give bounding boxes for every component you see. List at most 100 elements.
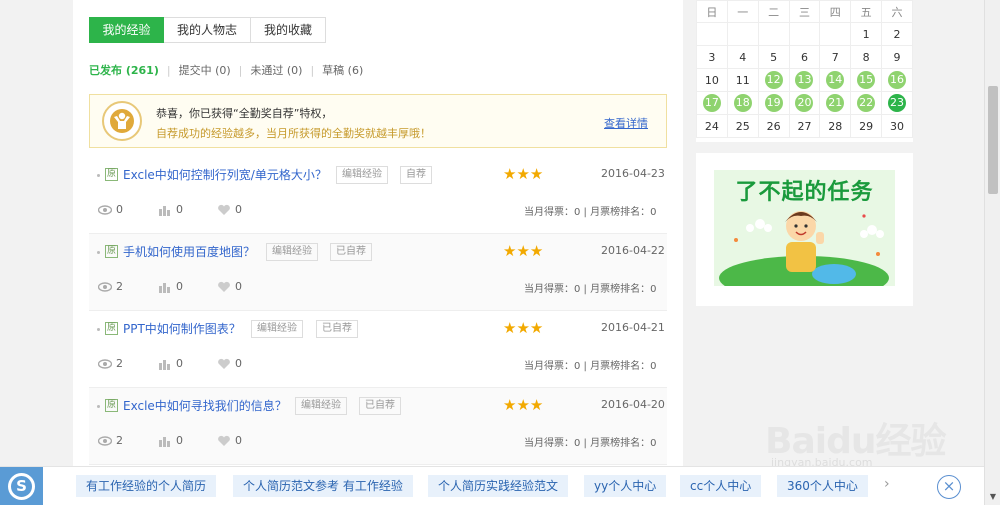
calendar-day[interactable]: 18 — [726, 91, 759, 115]
calendar-day[interactable]: 16 — [881, 68, 913, 92]
filter-submitting[interactable]: 提交中 (0) — [179, 62, 231, 78]
calendar-day[interactable]: 25 — [726, 114, 759, 138]
baidu-watermark: Baidu经验 jingyan.baidu.com — [765, 398, 965, 469]
calendar-week-row: 17 18 19 20 21 22 23 — [696, 91, 913, 115]
publish-date: 2016-04-22 — [601, 244, 665, 257]
task-banner[interactable]: 了不起的任务 — [696, 153, 913, 306]
vertical-scrollbar[interactable]: ▼ — [984, 0, 1000, 505]
edit-experience-button[interactable]: 编辑经验 — [266, 243, 318, 261]
calendar-day[interactable]: 10 — [696, 68, 728, 92]
votes-stat: 0 — [158, 434, 183, 447]
original-badge: 原 — [105, 322, 118, 335]
views-count: 0 — [116, 203, 123, 216]
experience-item: 原 PPT中如何制作图表？ 编辑经验 已自荐 ★★★ 2016-04-21 2 … — [89, 311, 667, 388]
edit-experience-button[interactable]: 编辑经验 — [251, 320, 303, 338]
related-search-chip[interactable]: 个人简历范文参考 有工作经验 — [233, 475, 413, 497]
scroll-down-arrow-icon[interactable]: ▼ — [985, 489, 1000, 505]
publish-date: 2016-04-23 — [601, 167, 665, 180]
item-title-link[interactable]: 手机如何使用百度地图？ — [123, 243, 255, 260]
tab-my-experience[interactable]: 我的经验 — [89, 17, 164, 43]
close-icon[interactable]: × — [937, 475, 961, 499]
calendar-day[interactable]: 12 — [757, 68, 790, 92]
bullet — [97, 328, 100, 331]
calendar-grid: 日 一 二 三 四 五 六 1 2 3 4 5 6 7 8 9 10 11 12 13 14 15 16 17 1… — [696, 0, 913, 138]
votes-stat: 0 — [158, 357, 183, 370]
calendar-day[interactable]: 13 — [788, 68, 821, 92]
calendar-day[interactable]: 30 — [881, 114, 913, 138]
related-search-chip[interactable]: 有工作经验的个人简历 — [76, 475, 217, 497]
weekday-label: 一 — [726, 0, 759, 23]
calendar-day[interactable]: 20 — [788, 91, 821, 115]
calendar-day[interactable]: 9 — [881, 45, 913, 69]
views-stat: 2 — [98, 434, 123, 447]
bullet — [97, 174, 100, 177]
recommended-label: 已自荐 — [316, 320, 358, 338]
sogou-logo-icon[interactable]: S — [0, 467, 43, 505]
calendar-day[interactable]: 28 — [819, 114, 852, 138]
publish-date: 2016-04-21 — [601, 321, 665, 334]
calendar-day[interactable]: 22 — [850, 91, 883, 115]
filter-drafts[interactable]: 草稿 (6) — [322, 62, 363, 78]
heart-icon — [218, 435, 230, 446]
likes-stat: 0 — [217, 203, 242, 216]
calendar-day[interactable]: 4 — [726, 45, 759, 69]
calendar-day[interactable]: 1 — [850, 22, 883, 46]
calendar-day[interactable]: 19 — [757, 91, 790, 115]
related-search-chip[interactable]: cc个人中心 — [680, 475, 762, 497]
calendar-day[interactable]: 26 — [757, 114, 790, 138]
next-arrow-icon[interactable]: › — [884, 476, 890, 492]
calendar-day[interactable]: 17 — [696, 91, 728, 115]
related-search-chip[interactable]: 360个人中心 — [777, 475, 868, 497]
edit-experience-button[interactable]: 编辑经验 — [336, 166, 388, 184]
divider: | — [166, 63, 171, 77]
likes-count: 0 — [235, 434, 242, 447]
tab-my-favorites[interactable]: 我的收藏 — [251, 17, 326, 43]
weekday-row: 日 一 二 三 四 五 六 — [696, 0, 913, 23]
calendar-day — [819, 22, 852, 46]
filter-published[interactable]: 已发布 (261) — [89, 62, 159, 78]
task-banner-image[interactable]: 了不起的任务 — [714, 170, 895, 286]
calendar-day[interactable]: 21 — [819, 91, 852, 115]
checkin-marker: 22 — [857, 94, 876, 112]
views-count: 2 — [116, 280, 123, 293]
scroll-up-arrow-icon[interactable] — [985, 0, 1000, 16]
checkin-marker: 19 — [764, 94, 783, 112]
calendar-day[interactable]: 6 — [788, 45, 821, 69]
calendar-day[interactable]: 15 — [850, 68, 883, 92]
scrollbar-thumb[interactable] — [988, 86, 998, 194]
tab-bar: 我的经验 我的人物志 我的收藏 — [89, 17, 326, 43]
original-badge: 原 — [105, 245, 118, 258]
calendar-day[interactable]: 8 — [850, 45, 883, 69]
item-title-link[interactable]: Excle中如何控制行列宽/单元格大小？ — [123, 166, 327, 183]
calendar: 日 一 二 三 四 五 六 1 2 3 4 5 6 7 8 9 10 11 12 13 14 15 16 17 1… — [696, 0, 913, 142]
calendar-day[interactable]: 27 — [788, 114, 821, 138]
weekday-label: 四 — [819, 0, 852, 23]
calendar-days: 1 2 3 4 5 6 7 8 9 10 11 12 13 14 15 16 17 18 19 20 21 22 23 24 2… — [696, 22, 913, 138]
views-stat: 2 — [98, 357, 123, 370]
votes-count: 0 — [176, 203, 183, 216]
bullet — [97, 251, 100, 254]
calendar-day[interactable]: 29 — [850, 114, 883, 138]
filter-rejected[interactable]: 未通过 (0) — [250, 62, 302, 78]
edit-experience-button[interactable]: 编辑经验 — [295, 397, 347, 415]
related-search-chip[interactable]: 个人简历实践经验范文 — [428, 475, 569, 497]
calendar-day[interactable]: 24 — [696, 114, 728, 138]
calendar-day[interactable]: 14 — [819, 68, 852, 92]
recommended-label: 已自荐 — [330, 243, 372, 261]
view-details-link[interactable]: 查看详情 — [604, 115, 648, 131]
tab-my-profile[interactable]: 我的人物志 — [164, 17, 251, 43]
calendar-day — [788, 22, 821, 46]
recommend-button[interactable]: 自荐 — [400, 166, 432, 184]
item-title-link[interactable]: PPT中如何制作图表？ — [123, 320, 241, 337]
related-search-chip[interactable]: yy个人中心 — [584, 475, 667, 497]
calendar-day[interactable]: 5 — [757, 45, 790, 69]
calendar-day[interactable]: 23 — [881, 91, 913, 115]
monthly-votes: 当月得票：0 | 月票榜排名：0 — [524, 361, 657, 372]
calendar-day[interactable]: 7 — [819, 45, 852, 69]
checkin-marker: 12 — [764, 71, 783, 89]
item-title-link[interactable]: Excle中如何寻找我们的信息？ — [123, 397, 287, 414]
calendar-day[interactable]: 3 — [696, 45, 728, 69]
calendar-day[interactable]: 11 — [726, 68, 759, 92]
calendar-day[interactable]: 2 — [881, 22, 913, 46]
views-count: 2 — [116, 357, 123, 370]
